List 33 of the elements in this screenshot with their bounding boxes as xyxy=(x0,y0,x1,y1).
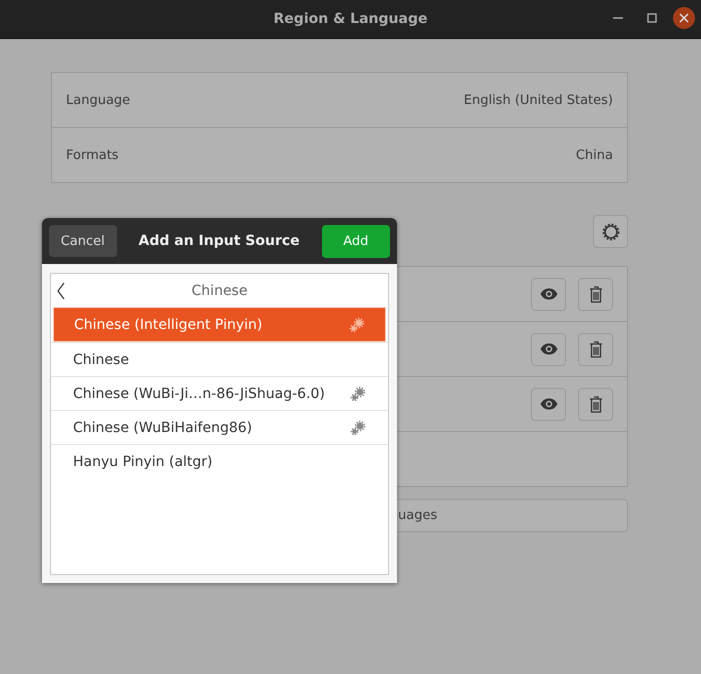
preview-button[interactable] xyxy=(531,278,566,310)
eye-icon xyxy=(540,288,558,300)
minimize-icon xyxy=(613,17,623,19)
setting-value: English (United States) xyxy=(464,92,613,108)
preview-button[interactable] xyxy=(531,388,566,420)
back-button[interactable] xyxy=(55,282,67,300)
setting-label: Language xyxy=(66,92,130,108)
input-source-item[interactable]: Chinese xyxy=(51,342,388,376)
eye-icon xyxy=(540,343,558,355)
trash-icon xyxy=(588,396,602,412)
close-icon xyxy=(679,13,689,23)
trash-icon xyxy=(588,286,602,302)
close-button[interactable] xyxy=(673,7,695,29)
remove-button[interactable] xyxy=(578,278,613,310)
cancel-button[interactable]: Cancel xyxy=(49,225,116,257)
preview-button[interactable] xyxy=(531,332,566,366)
trash-icon xyxy=(588,340,602,358)
back-icon xyxy=(57,282,65,300)
remove-button[interactable] xyxy=(578,388,613,420)
setting-label: Formats xyxy=(66,148,119,162)
input-source-item[interactable]: Chinese (WuBi-Ji…n-86-JiShuag-6.0) xyxy=(51,376,388,410)
eye-icon xyxy=(540,398,558,410)
maximize-icon xyxy=(647,13,657,23)
gear-icon xyxy=(602,222,620,240)
dialog-title: Add an Input Source xyxy=(138,233,300,249)
input-source-item[interactable]: Chinese (WuBiHaifeng86) xyxy=(51,410,388,444)
window-title: Region & Language xyxy=(274,11,428,27)
setting-value: China xyxy=(576,148,613,162)
input-source-item[interactable]: Chinese (Intelligent Pinyin) xyxy=(53,307,386,342)
input-source-item[interactable]: Hanyu Pinyin (altgr) xyxy=(51,444,388,478)
remove-button[interactable] xyxy=(578,332,613,366)
settings-button[interactable] xyxy=(593,215,628,248)
group-title: Chinese xyxy=(192,282,248,298)
